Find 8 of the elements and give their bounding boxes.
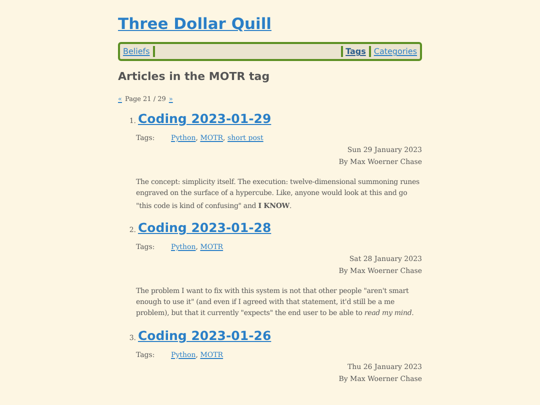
article-title-link[interactable]: Coding 2023-01-28 [138, 220, 272, 235]
nav-link[interactable]: Tags [344, 47, 368, 56]
page-heading: Articles in the MOTR tag [118, 70, 270, 83]
site-title-link[interactable]: Three Dollar Quill [118, 15, 272, 33]
article-title-link[interactable]: Coding 2023-01-26 [138, 328, 272, 343]
article-title-link[interactable]: Coding 2023-01-29 [138, 111, 272, 126]
nav-link[interactable]: Categories [372, 47, 419, 56]
nav-link[interactable]: Beliefs [121, 47, 152, 56]
